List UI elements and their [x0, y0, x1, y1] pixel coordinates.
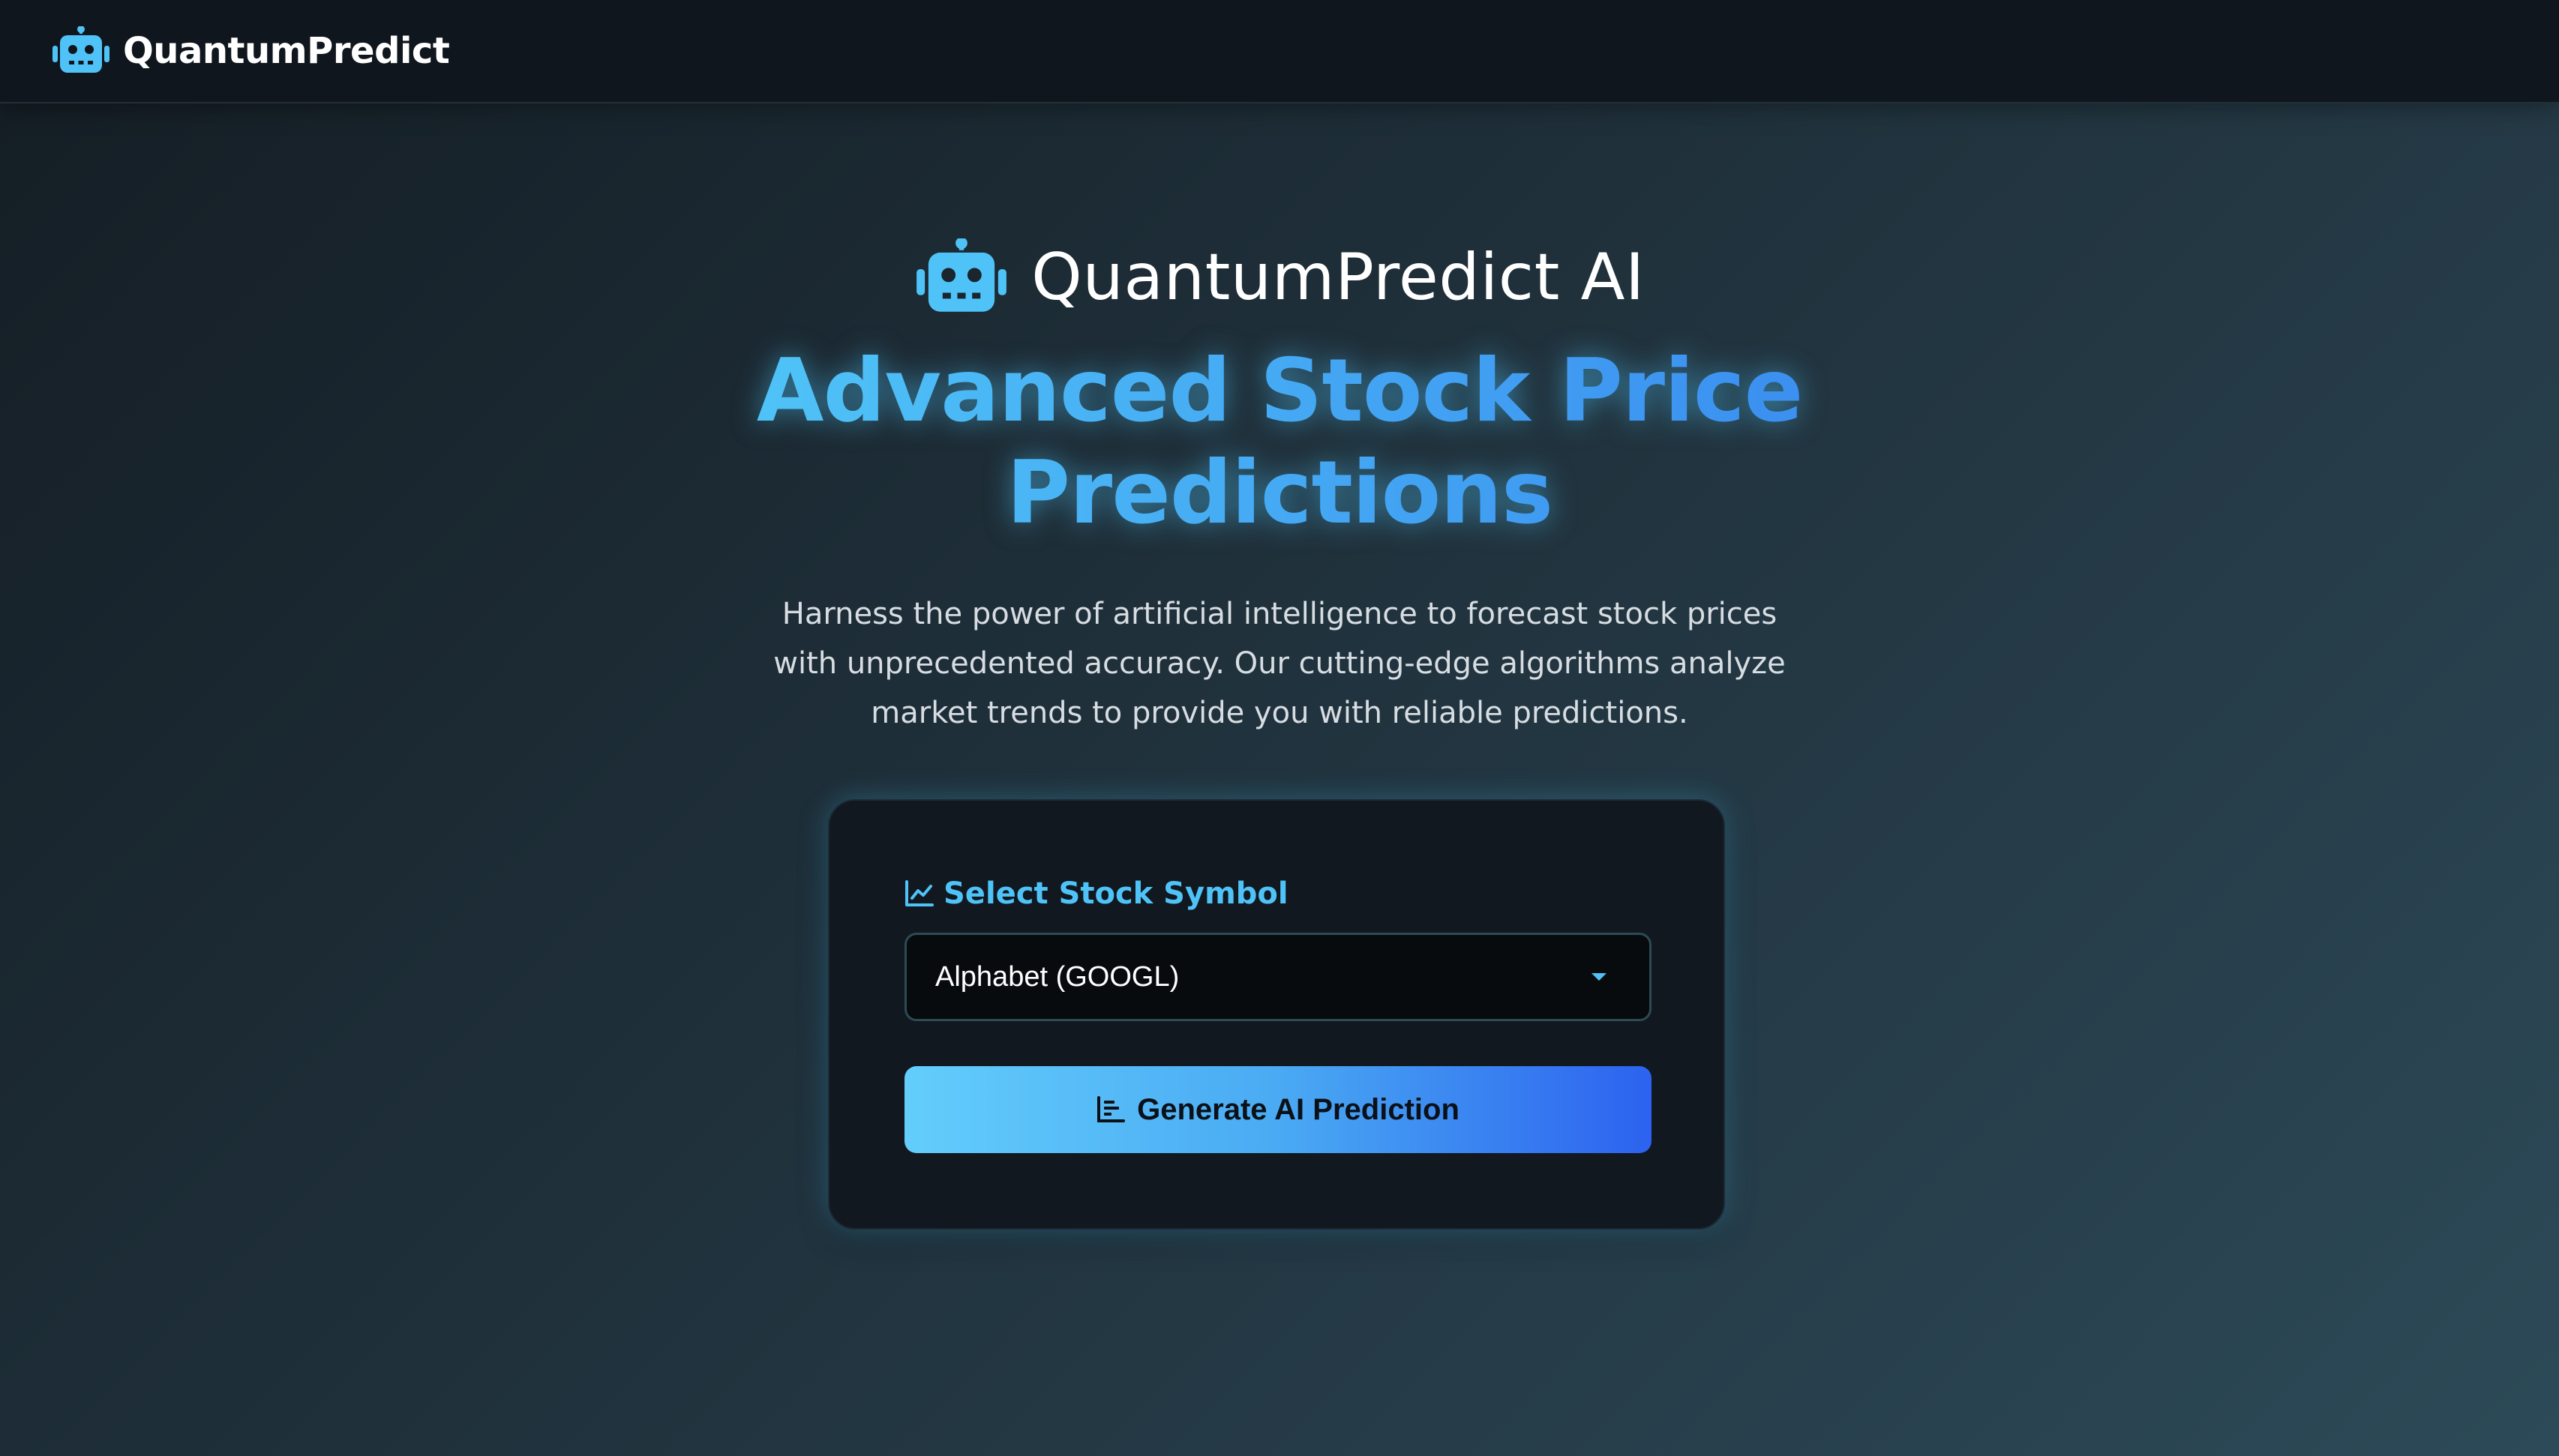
top-navbar: QuantumPredict: [0, 0, 2559, 103]
stock-symbol-select[interactable]: Alphabet (GOOGL): [904, 933, 1652, 1021]
hero-headline: Advanced Stock Price Predictions: [754, 340, 1804, 544]
stock-symbol-selected-value: Alphabet (GOOGL): [935, 960, 1180, 993]
brand-logo[interactable]: QuantumPredict: [52, 26, 450, 76]
bar-chart-icon: [1097, 1096, 1126, 1122]
stock-symbol-label: Select Stock Symbol: [904, 876, 1648, 912]
hero-app-name: QuantumPredict AI: [1031, 240, 1645, 315]
line-chart-icon: [905, 880, 934, 906]
hero-app-title: QuantumPredict AI: [0, 225, 2559, 330]
hero-description: Harness the power of artificial intellig…: [773, 597, 1786, 730]
robot-icon: [52, 26, 110, 73]
robot-icon: [916, 238, 1007, 312]
generate-prediction-button[interactable]: Generate AI Prediction: [904, 1066, 1652, 1153]
prediction-form-card: Select Stock Symbol Alphabet (GOOGL) Gen…: [828, 799, 1725, 1230]
generate-prediction-label: Generate AI Prediction: [1137, 1092, 1460, 1126]
brand-name: QuantumPredict: [123, 30, 450, 72]
stock-symbol-label-text: Select Stock Symbol: [944, 876, 1288, 911]
caret-down-icon: [1592, 973, 1606, 981]
hero-section: QuantumPredict AI Advanced Stock Price P…: [0, 225, 2559, 738]
